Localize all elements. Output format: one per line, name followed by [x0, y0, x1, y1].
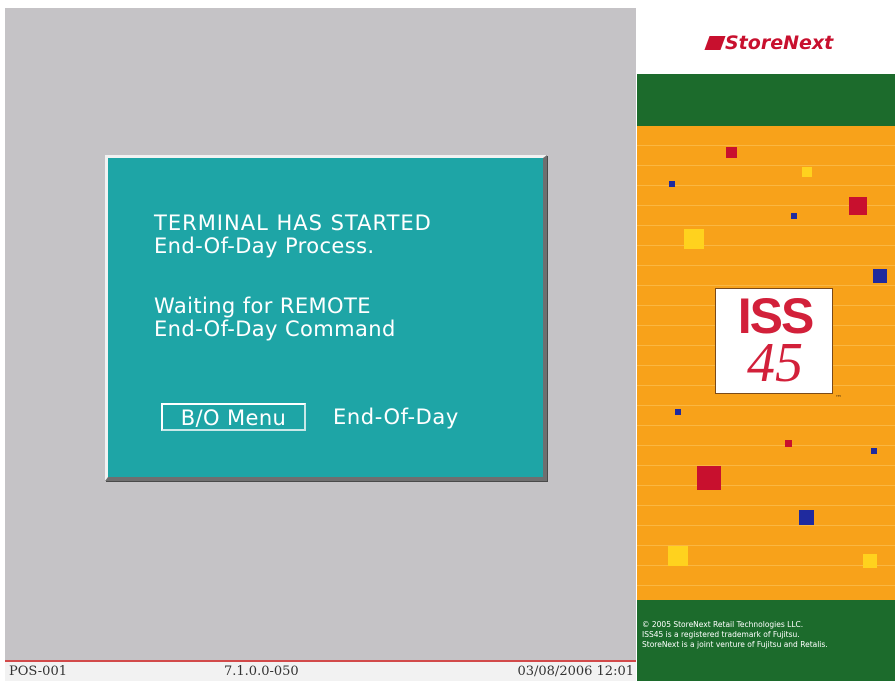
version-number: 7.1.0.0-050: [224, 664, 299, 679]
date-time: 03/08/2006 12:01: [517, 664, 634, 679]
brand-green-band: [637, 74, 895, 126]
product-name-line-2: 45: [747, 332, 803, 394]
trademark-symbol: ™: [835, 394, 842, 402]
decor-square: [791, 213, 797, 219]
dialog-message-line-4: End-Of-Day Command: [154, 317, 396, 341]
decor-square: [863, 554, 877, 568]
decor-square: [785, 440, 792, 447]
decor-square: [799, 510, 814, 525]
pos-screen: TERMINAL HAS STARTED End-Of-Day Process.…: [5, 8, 636, 660]
decor-square: [684, 229, 704, 249]
iss45-product-logo: ISS 45: [715, 288, 833, 394]
copyright-line: ISS45 is a registered trademark of Fujit…: [642, 630, 800, 639]
copyright-notice: © 2005 StoreNext Retail Technologies LLC…: [642, 620, 828, 650]
logo-mark-icon: [704, 36, 726, 50]
decor-square: [668, 546, 688, 566]
end-of-day-label: End-Of-Day: [333, 405, 459, 429]
brand-panel: StoreNext ISS 45 ™ © 2005 StoreNext Reta…: [637, 8, 895, 681]
decor-square: [873, 269, 887, 283]
decor-square: [697, 466, 721, 490]
decor-square: [726, 147, 737, 158]
brand-orange-panel: ISS 45 ™: [637, 126, 895, 600]
eod-dialog: TERMINAL HAS STARTED End-Of-Day Process.…: [105, 155, 547, 481]
copyright-line: StoreNext is a joint venture of Fujitsu …: [642, 640, 828, 649]
bo-menu-button[interactable]: B/O Menu: [161, 403, 306, 431]
terminal-id: POS-001: [9, 664, 67, 679]
status-bar: POS-001 7.1.0.0-050 03/08/2006 12:01: [5, 662, 636, 681]
logo-text: StoreNext: [725, 32, 834, 54]
decor-square: [669, 181, 675, 187]
dialog-message-line-1: TERMINAL HAS STARTED: [154, 211, 432, 235]
dialog-message-line-2: End-Of-Day Process.: [154, 234, 375, 258]
copyright-line: © 2005 StoreNext Retail Technologies LLC…: [642, 620, 804, 629]
decor-square: [675, 409, 681, 415]
dialog-message-line-3: Waiting for REMOTE: [154, 294, 371, 318]
storenext-logo: StoreNext: [704, 32, 834, 54]
decor-square: [849, 197, 867, 215]
brand-header: StoreNext: [637, 8, 895, 74]
decor-square: [802, 167, 812, 177]
decor-square: [871, 448, 877, 454]
